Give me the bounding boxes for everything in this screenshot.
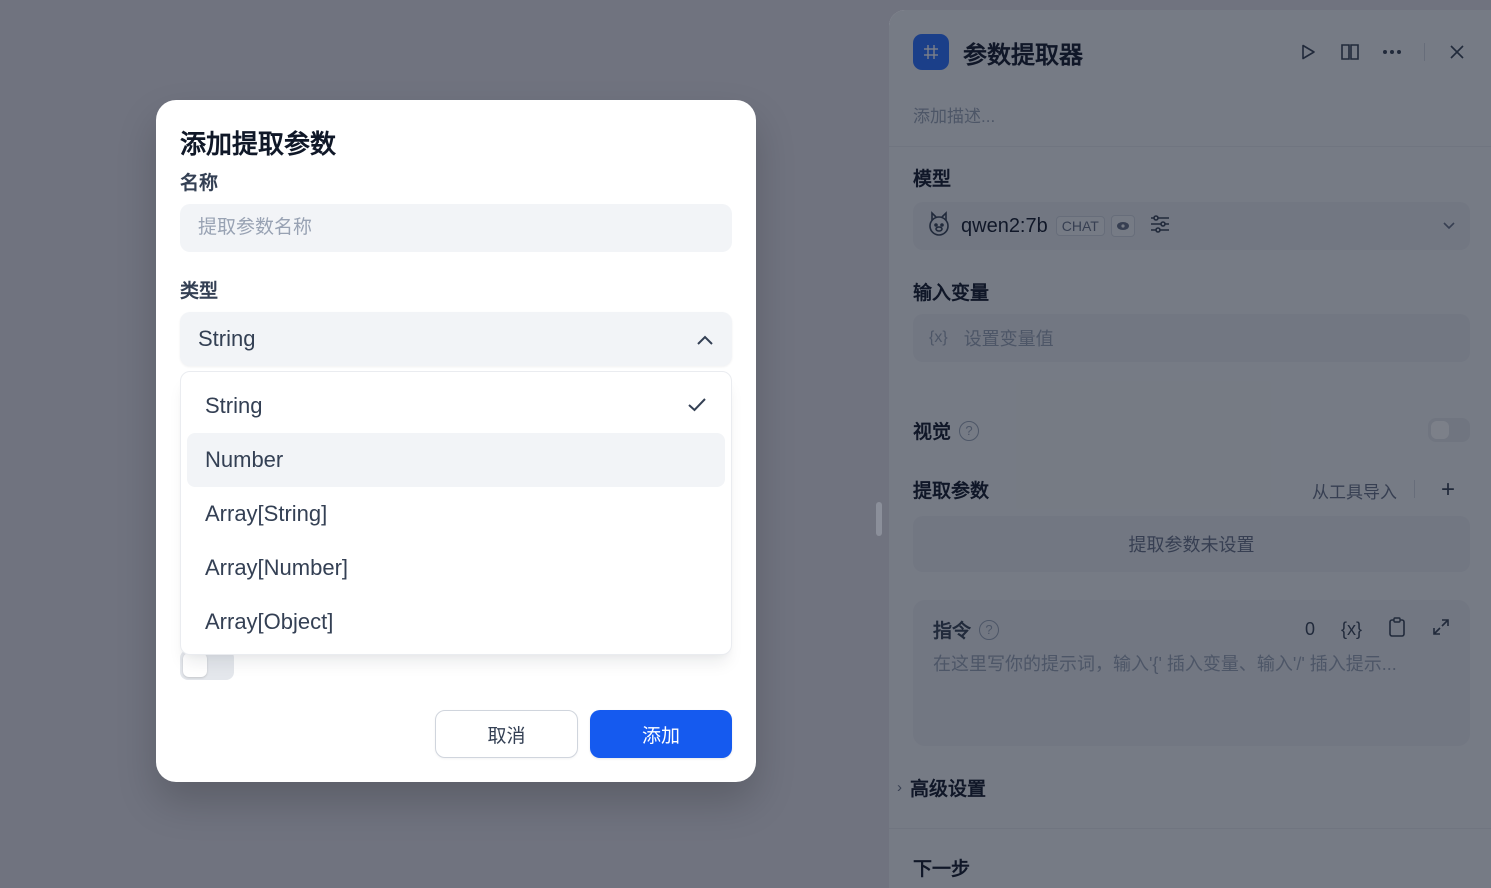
cancel-button[interactable]: 取消 <box>435 710 578 758</box>
type-selected-value: String <box>198 326 256 351</box>
node-config-panel: 参数提取器 添加描述... 模型 qwen2:7b CHAT 输入变量 {x} … <box>889 10 1491 888</box>
next-step-label: 下一步 <box>913 859 971 880</box>
model-label: 模型 <box>913 169 952 190</box>
input-variable-label: 输入变量 <box>913 283 990 304</box>
modal-backdrop-overlay <box>889 10 1491 888</box>
import-from-tool-link[interactable]: 从工具导入 <box>1312 478 1397 503</box>
ollama-icon <box>927 210 951 243</box>
type-dropdown-menu: String Number Array[String] Array[Number… <box>180 371 732 655</box>
input-variable-field[interactable]: {x} 设置变量值 <box>913 314 1470 362</box>
model-selector[interactable]: qwen2:7b CHAT <box>913 202 1470 250</box>
modal-title: 添加提取参数 <box>180 129 337 159</box>
instruction-placeholder: 在这里写你的提示词，输入'{' 插入变量、输入'/' 插入提示... <box>933 654 1397 674</box>
vision-label: 视觉 ? <box>913 417 980 444</box>
panel-header: 参数提取器 <box>913 34 1467 70</box>
panel-resize-handle[interactable] <box>876 502 882 536</box>
header-divider <box>1424 43 1425 61</box>
close-icon[interactable] <box>1447 42 1467 62</box>
check-icon <box>687 393 707 419</box>
advanced-settings-toggle[interactable]: › 高级设置 <box>897 774 986 801</box>
chevron-down-icon[interactable] <box>1442 217 1456 235</box>
instruction-editor[interactable]: 指令 ? 0 {x} 在这里写你的提示词，输入'{' 插入变量、输入'/' 插入… <box>913 600 1470 746</box>
divider <box>1414 480 1415 498</box>
help-icon[interactable]: ? <box>959 420 980 441</box>
run-icon[interactable] <box>1298 42 1318 62</box>
type-option-string[interactable]: String <box>187 379 725 433</box>
type-option-array-number[interactable]: Array[Number] <box>187 541 725 595</box>
add-button[interactable]: 添加 <box>590 710 732 758</box>
parameter-extractor-icon <box>913 34 949 70</box>
model-mode-chip: CHAT <box>1055 216 1105 236</box>
more-icon[interactable] <box>1382 42 1402 62</box>
variable-icon: {x} <box>929 329 948 346</box>
model-settings-icon[interactable] <box>1149 214 1171 239</box>
char-count: 0 <box>1304 619 1315 639</box>
clipboard-icon[interactable] <box>1388 617 1406 642</box>
type-option-array-string[interactable]: Array[String] <box>187 487 725 541</box>
help-icon[interactable]: ? <box>979 619 1000 640</box>
description-input[interactable]: 添加描述... <box>913 102 995 127</box>
vision-eye-icon <box>1110 215 1135 237</box>
divider <box>889 146 1491 147</box>
type-label: 类型 <box>180 281 219 302</box>
name-label: 名称 <box>180 173 219 194</box>
chevron-up-icon <box>696 326 714 352</box>
chevron-right-icon: › <box>897 779 902 796</box>
panel-title: 参数提取器 <box>963 41 1083 69</box>
type-select[interactable]: String <box>180 312 732 366</box>
divider <box>889 828 1491 829</box>
type-option-number[interactable]: Number <box>187 433 725 487</box>
input-variable-placeholder: 设置变量值 <box>963 329 1054 349</box>
extract-params-empty: 提取参数未设置 <box>913 516 1470 572</box>
insert-variable-icon[interactable]: {x} <box>1341 619 1362 640</box>
add-param-icon[interactable]: + <box>1441 476 1455 504</box>
param-name-input[interactable] <box>180 204 732 252</box>
vision-toggle[interactable] <box>1428 418 1470 442</box>
instruction-label: 指令 ? <box>933 616 1000 643</box>
extract-params-label: 提取参数 <box>913 481 990 502</box>
book-icon[interactable] <box>1340 42 1360 62</box>
model-name: qwen2:7b <box>961 214 1048 237</box>
type-option-array-object[interactable]: Array[Object] <box>187 595 725 649</box>
expand-icon[interactable] <box>1432 618 1450 641</box>
